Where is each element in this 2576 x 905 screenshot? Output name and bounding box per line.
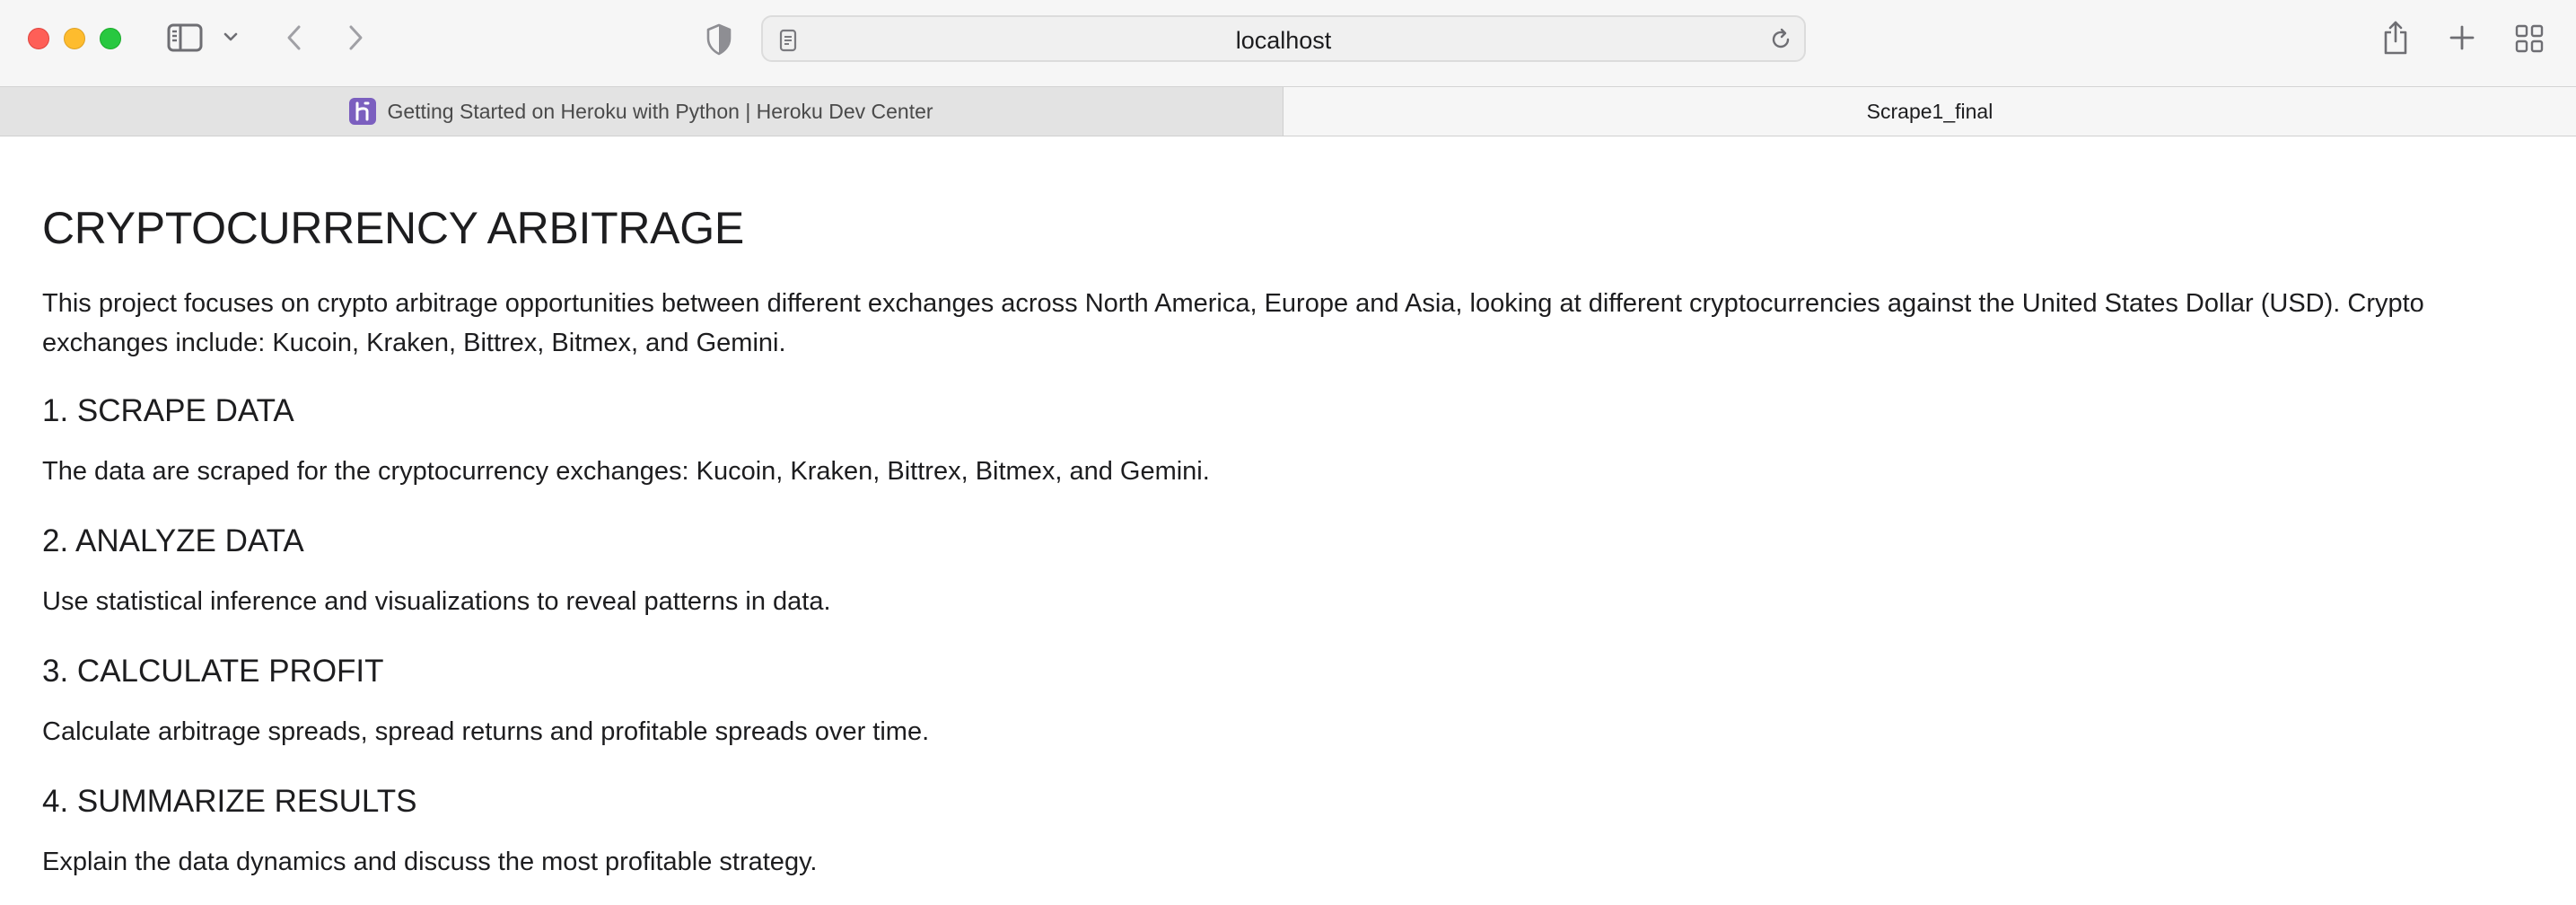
- chevron-down-icon: [223, 31, 238, 42]
- close-window-button[interactable]: [28, 28, 49, 49]
- sidebar-toggle-button[interactable]: [165, 22, 205, 54]
- chevron-left-icon: [285, 24, 302, 51]
- browser-window: localhost Getting Started on Heroku with…: [0, 0, 2576, 905]
- tab-scrape1-final[interactable]: Scrape1_final: [1284, 87, 2576, 136]
- section-heading: 1. SCRAPE DATA: [42, 393, 294, 428]
- privacy-report-button[interactable]: [704, 22, 734, 57]
- reload-icon: [1769, 28, 1792, 51]
- page-content: CRYPTOCURRENCY ARBITRAGE This project fo…: [0, 136, 2576, 905]
- section-heading: 4. SUMMARIZE RESULTS: [42, 784, 417, 819]
- minimize-window-button[interactable]: [64, 28, 85, 49]
- grid-icon: [2515, 24, 2544, 53]
- tab-label: Scrape1_final: [1866, 99, 1993, 123]
- page-title: CRYPTOCURRENCY ARBITRAGE: [42, 203, 744, 253]
- maximize-window-button[interactable]: [100, 28, 121, 49]
- tab-label: Getting Started on Heroku with Python | …: [387, 99, 933, 123]
- section-text: Use statistical inference and visualizat…: [42, 587, 831, 616]
- tab-overview-button[interactable]: [2513, 22, 2545, 55]
- sidebar-menu-button[interactable]: [221, 27, 241, 47]
- forward-button[interactable]: [345, 22, 368, 54]
- sidebar-icon: [167, 23, 203, 52]
- share-button[interactable]: [2380, 18, 2411, 57]
- browser-toolbar: localhost: [0, 0, 2576, 86]
- new-tab-button[interactable]: [2447, 22, 2477, 54]
- section-text: Calculate arbitrage spreads, spread retu…: [42, 717, 930, 746]
- address-bar-url[interactable]: localhost: [763, 28, 1804, 53]
- plus-icon: [2449, 25, 2475, 50]
- chevron-right-icon: [348, 24, 364, 51]
- section-heading: 3. CALCULATE PROFIT: [42, 654, 384, 689]
- back-button[interactable]: [282, 22, 305, 54]
- intro-paragraph: This project focuses on crypto arbitrage…: [42, 289, 2424, 357]
- section-heading: 2. ANALYZE DATA: [42, 523, 304, 558]
- section-text: Explain the data dynamics and discuss th…: [42, 848, 818, 876]
- share-icon: [2382, 20, 2409, 56]
- tab-bar: Getting Started on Heroku with Python | …: [0, 86, 2576, 136]
- section-text: The data are scraped for the cryptocurre…: [42, 457, 1210, 486]
- shield-icon: [705, 23, 732, 56]
- address-bar[interactable]: localhost: [761, 15, 1806, 62]
- heroku-icon: [349, 98, 377, 125]
- tab-heroku-guide[interactable]: Getting Started on Heroku with Python | …: [0, 87, 1284, 136]
- reload-button[interactable]: [1768, 27, 1793, 52]
